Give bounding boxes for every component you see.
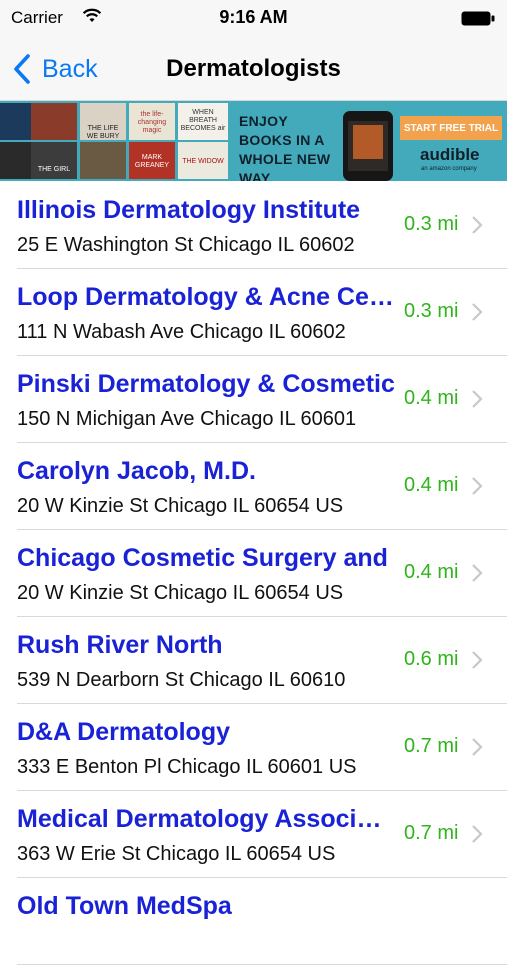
item-address: 20 W Kinzie St Chicago IL 60654 US [17,582,344,604]
chevron-right-icon [472,216,483,234]
item-address: 111 N Wabash Ave Chicago IL 60602 [17,321,346,343]
ad-banner[interactable]: THE GIRL THE LIFE WE BURY the life-chang… [0,101,507,181]
start-free-trial-button[interactable]: START FREE TRIAL [400,116,502,140]
ad-book-cover [31,103,77,140]
list-item[interactable]: D&A Dermatology 333 E Benton Pl Chicago … [17,704,507,791]
ad-book-cover [80,142,126,179]
item-distance: 0.4 mi [404,387,459,409]
item-name: Illinois Dermatology Institute [17,196,361,224]
item-name: Medical Dermatology Associates [17,805,395,833]
battery-icon [461,11,495,26]
list-item[interactable]: Illinois Dermatology Institute 25 E Wash… [17,182,507,269]
phone-illustration [343,111,393,181]
item-distance: 0.4 mi [404,561,459,583]
item-address: 539 N Dearborn St Chicago IL 60610 [17,669,346,691]
ad-book-cover: the life-changing magic [129,103,175,140]
item-name: Chicago Cosmetic Surgery and [17,544,388,572]
item-distance: 0.3 mi [404,300,459,322]
item-address: 363 W Erie St Chicago IL 60654 US [17,843,336,865]
ad-book-cover: MARK GREANEY [129,142,175,179]
item-name: Carolyn Jacob, M.D. [17,457,256,485]
audible-tagline: an amazon company [421,166,477,172]
list-item[interactable]: Loop Dermatology & Acne Center 111 N Wab… [17,269,507,356]
ad-book-cover: THE WIDOW [178,142,228,179]
item-address: 333 E Benton Pl Chicago IL 60601 US [17,756,357,778]
item-name: D&A Dermatology [17,718,230,746]
item-address: 150 N Michigan Ave Chicago IL 60601 [17,408,357,430]
item-name: Loop Dermatology & Acne Center [17,283,395,311]
list-item[interactable]: Pinski Dermatology & Cosmetic 150 N Mich… [17,356,507,443]
item-name: Old Town MedSpa [17,892,232,920]
chevron-right-icon [472,303,483,321]
ad-book-cover: THE GIRL [31,142,77,179]
chevron-right-icon [472,651,483,669]
clock-time: 9:16 AM [219,7,288,27]
list-item[interactable]: Rush River North 539 N Dearborn St Chica… [17,617,507,704]
item-distance: 0.6 mi [404,648,459,670]
ad-slogan: ENJOY BOOKS IN A WHOLE NEW WAY. [239,113,331,181]
item-distance: 0.3 mi [404,213,459,235]
item-address: 25 E Washington St Chicago IL 60602 [17,234,355,256]
chevron-right-icon [472,477,483,495]
item-distance: 0.7 mi [404,822,459,844]
navigation-bar: Back Dermatologists [0,38,507,101]
list-item[interactable]: Old Town MedSpa [17,878,507,965]
audible-logo: audible [420,145,480,164]
item-name: Rush River North [17,631,223,659]
list-item[interactable]: Carolyn Jacob, M.D. 20 W Kinzie St Chica… [17,443,507,530]
chevron-right-icon [472,564,483,582]
ad-book-cover: THE LIFE WE BURY [80,103,126,140]
results-list: Illinois Dermatology Institute 25 E Wash… [0,182,507,965]
ad-book-cover: WHEN BREATH BECOMES air [178,103,228,140]
item-distance: 0.7 mi [404,735,459,757]
list-item[interactable]: Chicago Cosmetic Surgery and 20 W Kinzie… [17,530,507,617]
item-name: Pinski Dermatology & Cosmetic [17,370,395,398]
chevron-right-icon [472,738,483,756]
chevron-right-icon [472,390,483,408]
chevron-right-icon [472,825,483,843]
item-address: 20 W Kinzie St Chicago IL 60654 US [17,495,344,517]
page-title: Dermatologists [166,55,341,82]
item-distance: 0.4 mi [404,474,459,496]
list-item[interactable]: Medical Dermatology Associates 363 W Eri… [17,791,507,878]
status-bar: Carrier 9:16 AM [0,0,507,38]
